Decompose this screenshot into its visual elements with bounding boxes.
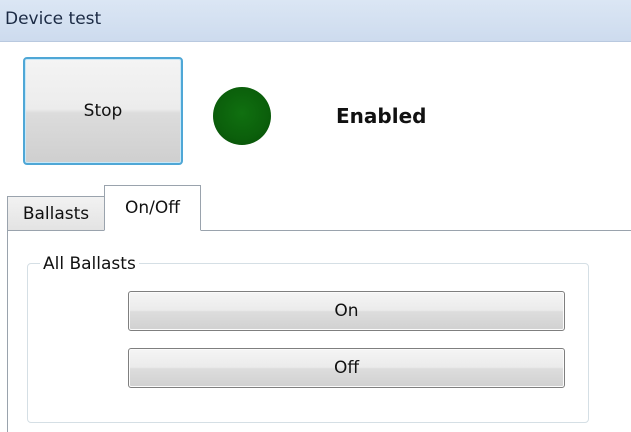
window-title: Device test — [5, 9, 102, 29]
all-ballasts-groupbox — [27, 263, 589, 423]
status-text: Enabled — [336, 104, 427, 128]
stop-button[interactable]: Stop — [23, 57, 183, 165]
status-indicator-led — [213, 87, 271, 145]
on-button[interactable]: On — [128, 291, 565, 331]
title-bar: Device test — [0, 0, 631, 42]
tab-ballasts[interactable]: Ballasts — [7, 196, 105, 230]
groupbox-label: All Ballasts — [40, 254, 139, 274]
off-button[interactable]: Off — [128, 348, 565, 388]
tab-on-off[interactable]: On/Off — [104, 185, 201, 231]
